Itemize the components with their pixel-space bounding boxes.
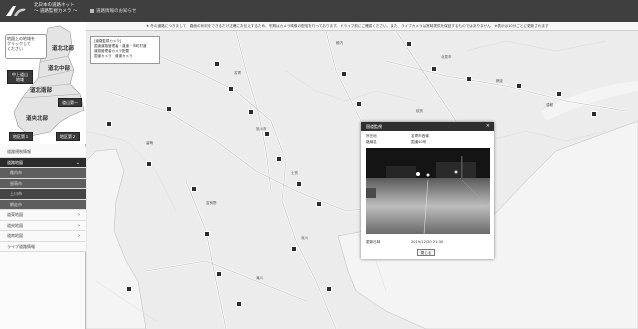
camera-pin-icon[interactable] — [204, 231, 210, 237]
camera-image — [366, 148, 490, 234]
camera-pin-icon[interactable] — [228, 86, 234, 92]
camera-pin-icon[interactable] — [516, 83, 522, 89]
menu-item-road-map[interactable]: 道路地図 ⌄ — [0, 157, 86, 168]
camera-pin-icon[interactable] — [191, 186, 197, 192]
camera-pin-icon[interactable] — [106, 121, 112, 127]
brand-title[interactable]: 北日本の道路ネット 〜 道路監視カメラ 〜 — [34, 3, 77, 15]
sidebar-menu: 道路規制情報 道路地図 ⌄ 稚内市 留萌市 上川市 網走市 道東地図 › 道央地図 ›… — [0, 147, 86, 252]
camera-pin-icon[interactable] — [466, 76, 472, 82]
popup-route-value: 国道40号 — [411, 140, 427, 144]
map-place-label: 深川 — [301, 236, 308, 240]
popup-title: 国道監視 — [366, 124, 382, 129]
region-button-1[interactable]: 中上道山 地域 — [7, 70, 33, 84]
camera-pin-icon[interactable] — [214, 61, 220, 67]
map-place-label: 名寄 — [234, 71, 241, 75]
camera-pin-icon[interactable] — [236, 301, 242, 307]
camera-pin-icon[interactable] — [356, 101, 362, 107]
site-logo-icon[interactable] — [4, 3, 30, 19]
region-map[interactable]: 地図上の地域を クリックして ください 道北北部 道北中部 道北南部 道央北部 … — [0, 22, 86, 144]
camera-pin-icon[interactable] — [146, 161, 152, 167]
menu-item-east-map[interactable]: 道東地図 › — [0, 210, 86, 221]
legend-line: 国道カメラ 道道カメラ — [94, 54, 133, 58]
camera-pin-icon[interactable] — [406, 41, 412, 47]
map-place-label: 留萌 — [146, 141, 153, 145]
camera-pin-icon[interactable] — [126, 286, 132, 292]
map-place-label: 北見市 — [441, 55, 452, 59]
region-button-2[interactable]: 道山第一 — [58, 98, 82, 107]
menu-item-south-map[interactable]: 道南地図 › — [0, 231, 86, 242]
popup-close-button[interactable]: 閉じる — [417, 249, 435, 256]
region-button-4[interactable]: 地区第２ — [56, 132, 80, 141]
camera-pin-icon[interactable] — [264, 131, 270, 137]
hint-text: 地図上の地域を クリックして ください — [7, 36, 35, 51]
map-place-label: 遠軽 — [546, 103, 553, 107]
camera-pin-icon[interactable] — [431, 66, 437, 72]
camera-scene — [366, 148, 490, 234]
camera-pin-icon[interactable] — [248, 109, 254, 115]
camera-pin-icon[interactable] — [166, 106, 172, 112]
menu-item-regulation[interactable]: 道路規制情報 — [0, 147, 86, 158]
camera-pin-icon[interactable] — [591, 111, 597, 117]
sidebar: 地図上の地域を クリックして ください 道北北部 道北中部 道北南部 道央北部 … — [0, 22, 86, 329]
menu-subitem-rumoi[interactable]: 留萌市 — [0, 178, 86, 189]
close-icon[interactable]: × — [486, 122, 490, 131]
camera-pin-icon[interactable] — [216, 271, 222, 277]
camera-pin-icon[interactable] — [341, 71, 347, 77]
menu-item-central-map[interactable]: 道央地図 › — [0, 220, 86, 231]
menu-item-live-info[interactable]: ライブ道路情報 — [0, 241, 86, 252]
map-place-label: 紋別 — [416, 109, 423, 113]
popup-route-label: 路線名 — [366, 140, 377, 144]
camera-pin-icon[interactable] — [296, 181, 302, 187]
region-label-central[interactable]: 道央北部 — [26, 114, 48, 122]
map-place-label: 滝川 — [256, 276, 263, 280]
chevron-down-icon: ⌄ — [75, 159, 80, 166]
chevron-right-icon: › — [78, 212, 80, 218]
camera-pin-icon[interactable] — [556, 91, 562, 97]
map-place-label: 網走 — [496, 79, 503, 83]
popup-header: 国道監視 × — [361, 122, 494, 131]
header-notice-link[interactable]: 道路情報のお知らせ — [90, 8, 136, 14]
square-icon — [90, 9, 94, 13]
map-place-label: 士別 — [291, 171, 298, 175]
chevron-right-icon: › — [78, 233, 80, 239]
app-header: 北日本の道路ネット 〜 道路監視カメラ 〜 道路情報のお知らせ — [0, 0, 638, 22]
map-place-label: 稚内 — [336, 41, 343, 45]
popup-updated-label: 更新日時 — [366, 240, 381, 244]
popup-location-value: 名寄市西條 — [411, 134, 429, 138]
region-button-3[interactable]: 地区第１ — [9, 132, 33, 141]
menu-subitem-abashiri[interactable]: 網走市 — [0, 199, 86, 210]
notice-bar: ★ 冬の道路につきまして 路面の状況をできるだけ正確にお伝えするため、冬期はカメ… — [86, 22, 638, 31]
camera-pin-icon[interactable] — [276, 156, 282, 162]
camera-pin-icon[interactable] — [291, 246, 297, 252]
region-label-north-south[interactable]: 道北南部 — [30, 86, 52, 94]
camera-pin-icon[interactable] — [316, 201, 322, 207]
region-label-north-mid[interactable]: 道北中部 — [48, 64, 70, 72]
map-place-label: 富良野 — [206, 201, 217, 205]
camera-pin-icon[interactable] — [326, 286, 332, 292]
menu-subitem-kamikawa[interactable]: 上川市 — [0, 189, 86, 200]
popup-location-label: 所在地 — [366, 134, 377, 138]
map-legend: [道路監視カメラ] 国道道路管理者・道道・市町村道 道路管理者カメラ配置 国道カ… — [90, 36, 160, 64]
camera-popup: 国道監視 × 所在地 名寄市西條 路線名 国道40号 更新日時 2019/12/… — [361, 122, 494, 259]
region-label-north[interactable]: 道北北部 — [52, 44, 74, 52]
menu-subitem-wakkanai[interactable]: 稚内市 — [0, 168, 86, 179]
popup-updated-value: 2019/12/20 21:30 — [411, 240, 444, 244]
chevron-right-icon: › — [78, 222, 80, 229]
